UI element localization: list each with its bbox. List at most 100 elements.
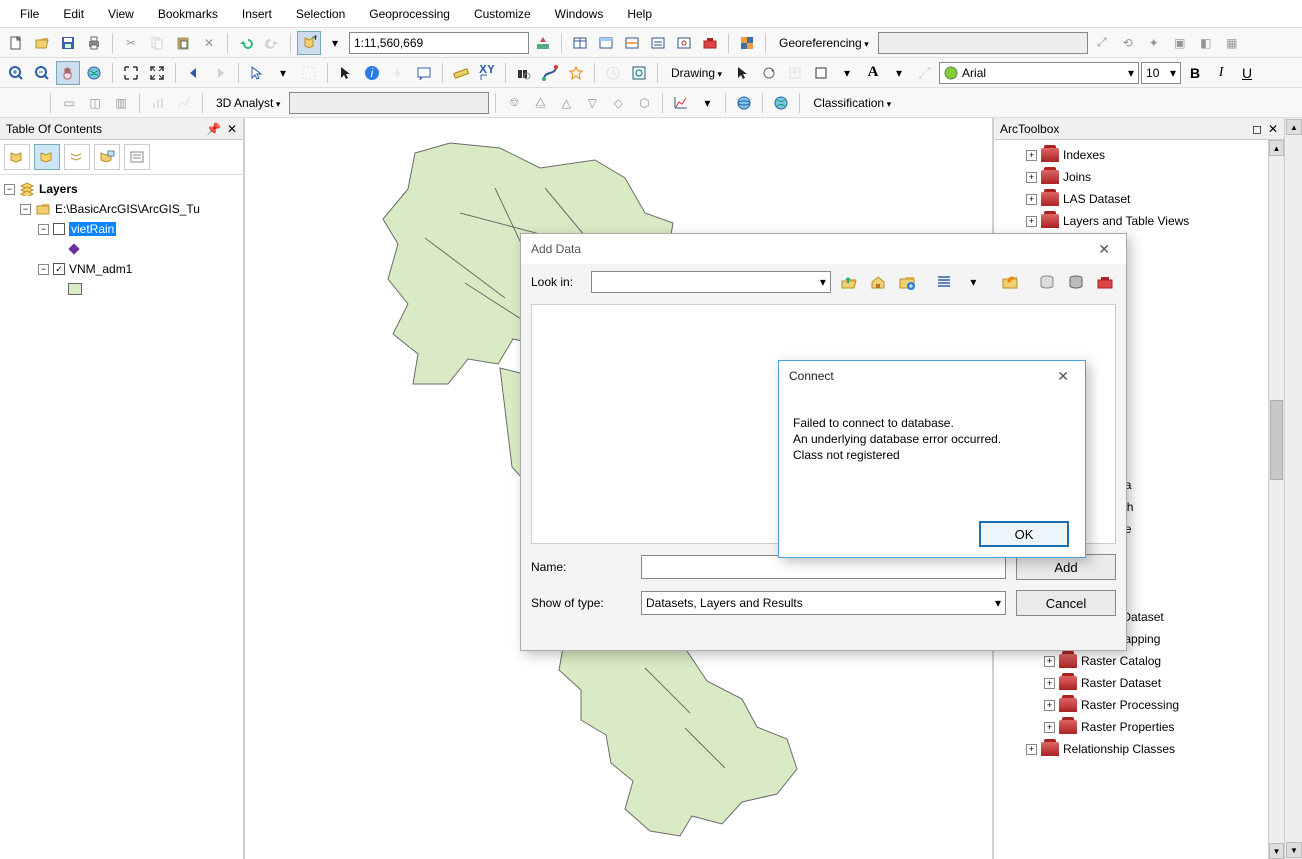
toolbox-item[interactable]: +Layers and Table Views bbox=[996, 210, 1282, 232]
menu-file[interactable]: File bbox=[8, 3, 51, 25]
table-window-icon[interactable] bbox=[568, 31, 592, 55]
menu-windows[interactable]: Windows bbox=[543, 3, 616, 25]
3d-graph-dd-icon[interactable]: ▾ bbox=[695, 91, 719, 115]
new-personal-gdb-icon[interactable] bbox=[1066, 270, 1087, 294]
classification-dropdown[interactable]: Classification bbox=[806, 93, 898, 113]
bold-icon[interactable]: B bbox=[1183, 61, 1207, 85]
connect-folder-icon[interactable] bbox=[897, 270, 918, 294]
add-data-dropdown-icon[interactable]: ▾ bbox=[323, 31, 347, 55]
new-file-gdb-icon[interactable] bbox=[1037, 270, 1058, 294]
font-family-combo[interactable]: Arial▾ bbox=[939, 62, 1139, 84]
dialog-titlebar[interactable]: Add Data ✕ bbox=[521, 234, 1126, 264]
new-icon[interactable] bbox=[4, 31, 28, 55]
arcglobe-icon[interactable] bbox=[769, 91, 793, 115]
font-size-combo[interactable]: 10▾ bbox=[1141, 62, 1181, 84]
view-dd-icon[interactable]: ▾ bbox=[963, 270, 984, 294]
checkbox-checked[interactable]: ✓ bbox=[53, 263, 65, 275]
expand-icon[interactable]: + bbox=[1026, 216, 1037, 227]
fixed-zoomin-icon[interactable] bbox=[119, 61, 143, 85]
expand-icon[interactable]: + bbox=[1044, 656, 1055, 667]
map-scale-combo[interactable] bbox=[349, 32, 529, 54]
back-icon[interactable] bbox=[182, 61, 206, 85]
toolbox-item[interactable]: +Raster Dataset bbox=[996, 672, 1282, 694]
menu-view[interactable]: View bbox=[96, 3, 146, 25]
italic-icon[interactable]: I bbox=[1209, 61, 1233, 85]
tree-datasource[interactable]: − E:\BasicArcGIS\ArcGIS_Tu bbox=[2, 199, 241, 219]
close-icon[interactable]: ✕ bbox=[1051, 368, 1075, 385]
python-window-icon[interactable] bbox=[735, 31, 759, 55]
list-by-source-icon[interactable] bbox=[34, 144, 60, 170]
draw-text-dd-icon[interactable]: ▾ bbox=[887, 61, 911, 85]
save-icon[interactable] bbox=[56, 31, 80, 55]
up-one-level-icon[interactable] bbox=[839, 270, 860, 294]
collapse-icon[interactable]: − bbox=[38, 264, 49, 275]
showtype-combo[interactable]: Datasets, Layers and Results▾ bbox=[641, 591, 1006, 615]
open-icon[interactable] bbox=[30, 31, 54, 55]
menu-insert[interactable]: Insert bbox=[230, 3, 284, 25]
tree-root[interactable]: − Layers bbox=[2, 179, 241, 199]
search-window-icon[interactable] bbox=[672, 31, 696, 55]
fixed-zoomout-icon[interactable] bbox=[145, 61, 169, 85]
pin-icon[interactable]: 📌 bbox=[206, 122, 221, 136]
scroll-thumb[interactable] bbox=[1270, 400, 1283, 480]
toolbox-item[interactable]: +Raster Processing bbox=[996, 694, 1282, 716]
list-by-selection-icon[interactable] bbox=[94, 144, 120, 170]
toolbox-new-icon[interactable] bbox=[1095, 270, 1116, 294]
georeferencing-dropdown[interactable]: Georeferencing bbox=[772, 33, 876, 53]
scroll-down-icon[interactable]: ▼ bbox=[1269, 843, 1284, 859]
checkbox-unchecked[interactable] bbox=[53, 223, 65, 235]
scroll-up-icon[interactable]: ▲ bbox=[1269, 140, 1284, 156]
goto-xy-icon[interactable] bbox=[564, 61, 588, 85]
toolbox-item[interactable]: +Raster Catalog bbox=[996, 650, 1282, 672]
collapse-icon[interactable]: − bbox=[38, 224, 49, 235]
zoom-in-icon[interactable] bbox=[4, 61, 28, 85]
scrollbar[interactable]: ▲ ▼ bbox=[1268, 140, 1284, 859]
menu-geoprocessing[interactable]: Geoprocessing bbox=[357, 3, 462, 25]
right-scrollbar[interactable]: ▲ ▼ bbox=[1284, 118, 1302, 859]
pan-icon[interactable] bbox=[56, 61, 80, 85]
3d-layer-combo[interactable] bbox=[289, 92, 489, 114]
menu-bookmarks[interactable]: Bookmarks bbox=[146, 3, 230, 25]
tree-layer-vietrain[interactable]: − vietRain bbox=[2, 219, 241, 239]
identify-icon[interactable]: i bbox=[360, 61, 384, 85]
window-pos-icon[interactable]: ◻ bbox=[1252, 122, 1262, 136]
full-extent-icon[interactable] bbox=[82, 61, 106, 85]
toolbox-item[interactable]: +LAS Dataset bbox=[996, 188, 1282, 210]
expand-icon[interactable]: + bbox=[1026, 150, 1037, 161]
list-view-icon[interactable] bbox=[934, 270, 955, 294]
tree-layer-vnmadm1[interactable]: − ✓ VNM_adm1 bbox=[2, 259, 241, 279]
options-icon[interactable] bbox=[124, 144, 150, 170]
draw-shape-dd-icon[interactable]: ▾ bbox=[835, 61, 859, 85]
list-by-drawing-icon[interactable] bbox=[4, 144, 30, 170]
undo-icon[interactable] bbox=[234, 31, 258, 55]
arcscene-icon[interactable] bbox=[732, 91, 756, 115]
close-icon[interactable]: ✕ bbox=[227, 122, 237, 136]
zoom-out-icon[interactable] bbox=[30, 61, 54, 85]
lookin-combo[interactable]: ▾ bbox=[591, 271, 831, 293]
toolbox-item[interactable]: +Raster Properties bbox=[996, 716, 1282, 738]
tree-symbol-point[interactable] bbox=[2, 239, 241, 259]
expand-icon[interactable]: + bbox=[1026, 744, 1037, 755]
print-icon[interactable] bbox=[82, 31, 106, 55]
paste-icon[interactable] bbox=[171, 31, 195, 55]
create-viewer-icon[interactable] bbox=[627, 61, 651, 85]
collapse-icon[interactable]: − bbox=[4, 184, 15, 195]
georef-layer-combo[interactable] bbox=[878, 32, 1088, 54]
find-icon[interactable] bbox=[512, 61, 536, 85]
editor-toolbar-icon[interactable] bbox=[531, 31, 555, 55]
toolbox-item[interactable]: +Indexes bbox=[996, 144, 1282, 166]
ok-button[interactable]: OK bbox=[979, 521, 1069, 547]
name-input[interactable] bbox=[641, 555, 1006, 579]
tree-symbol-poly[interactable] bbox=[2, 279, 241, 299]
collapse-icon[interactable]: − bbox=[20, 204, 31, 215]
measure-icon[interactable] bbox=[449, 61, 473, 85]
window3-icon[interactable] bbox=[620, 31, 644, 55]
list-by-visibility-icon[interactable] bbox=[64, 144, 90, 170]
draw-select-icon[interactable] bbox=[731, 61, 755, 85]
menu-selection[interactable]: Selection bbox=[284, 3, 357, 25]
drawing-dropdown[interactable]: Drawing bbox=[664, 63, 729, 83]
select-features-icon[interactable] bbox=[245, 61, 269, 85]
arctoolbox-window-icon[interactable] bbox=[698, 31, 722, 55]
expand-icon[interactable]: + bbox=[1044, 722, 1055, 733]
close-icon[interactable]: ✕ bbox=[1092, 241, 1116, 258]
